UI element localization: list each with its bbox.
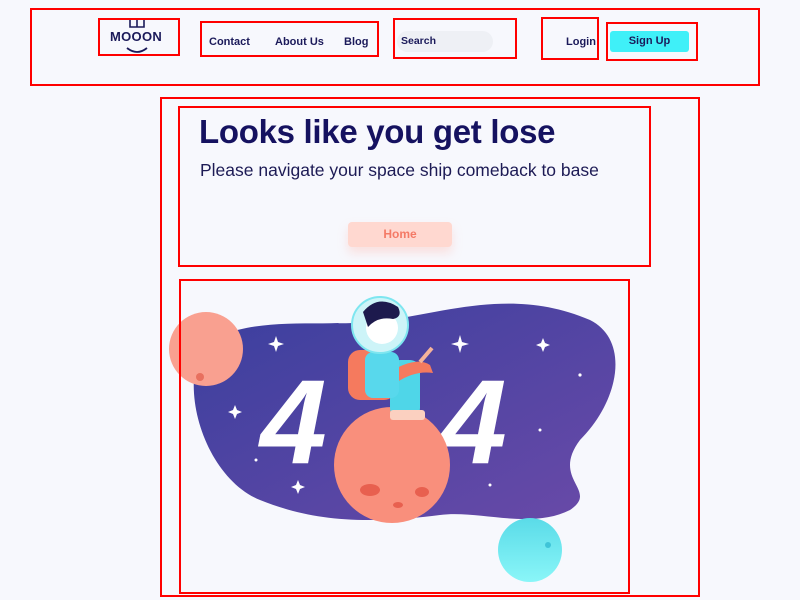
annotation-box-search [393,18,517,59]
annotation-box-login [541,17,599,60]
annotation-box-signup [606,22,698,61]
annotation-box-hero-text [178,106,651,267]
annotation-box-nav [200,21,379,57]
annotation-box-logo [98,18,180,56]
annotation-box-illustration [179,279,630,594]
